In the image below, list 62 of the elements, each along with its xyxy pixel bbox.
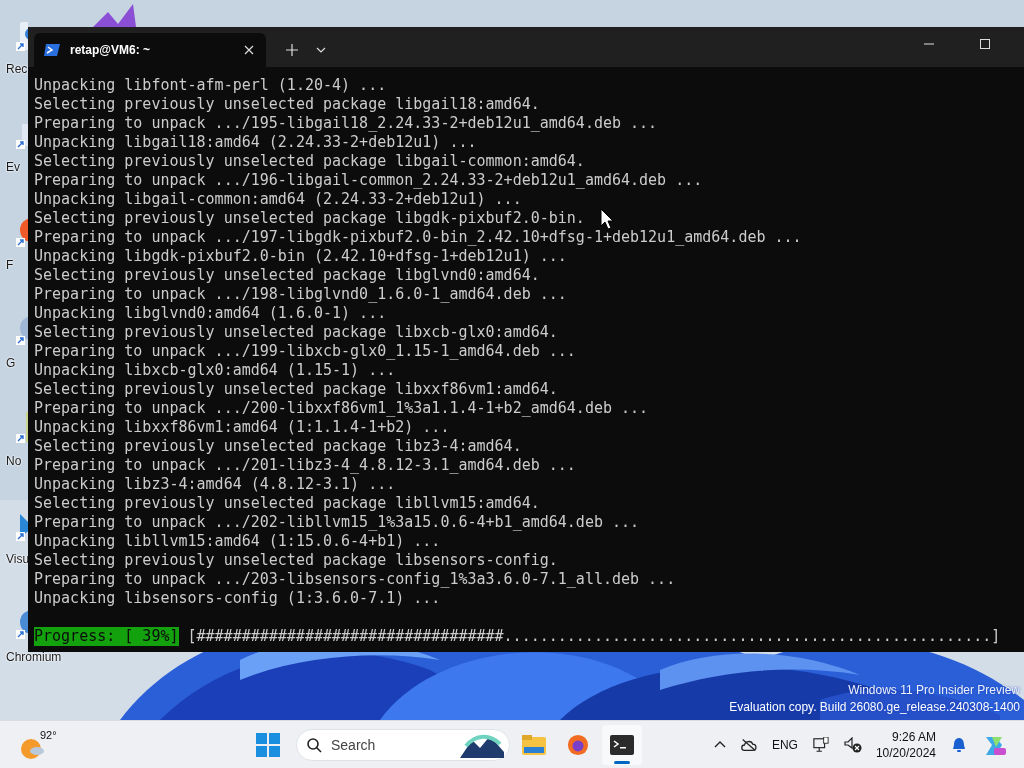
maximize-icon[interactable] [980,39,990,49]
terminal-line: Unpacking libgail-common:amd64 (2.24.33-2+deb12u1) ... [34,190,522,209]
terminal-line: Selecting previously unselected package libglvnd0:amd64. [34,266,540,285]
terminal-line: Unpacking libxcb-glx0:amd64 (1.15-1) ... [34,361,396,380]
terminal-line: Selecting previously unselected package libxcb-glx0:amd64. [34,323,558,342]
chevron-up-icon[interactable] [713,741,726,748]
muted-speaker-icon[interactable] [843,736,862,753]
file-explorer-icon [522,733,546,756]
terminal-line: Preparing to unpack .../201-libz3-4_4.8.12-3.1_amd64.deb ... [34,456,576,475]
active-indicator [614,760,630,764]
shortcut-label[interactable]: Chromium [6,650,62,664]
terminal-line: Selecting previously unselected package libsensors-config. [34,551,558,570]
terminal-line: Selecting previously unselected package libllvm15:amd64. [34,494,540,513]
terminal-line: Preparing to unpack .../202-libllvm15_1%3a15.0.6-4+b1_amd64.deb ... [34,513,640,532]
terminal-line: Preparing to unpack .../200-libxxf86vm1_1%3a1.1.4-1+b2_amd64.deb ... [34,399,649,418]
terminal-line: Preparing to unpack .../195-libgail18_2.24.33-2+deb12u1_amd64.deb ... [34,114,658,133]
shortcut-label[interactable]: Ev [6,160,20,174]
terminal-line: Unpacking libz3-4:amd64 (4.8.12-3.1) ... [34,475,396,494]
bell-icon[interactable] [950,736,968,753]
powershell-icon [44,43,60,57]
shortcut-label[interactable]: G [6,356,16,370]
terminal-line: Unpacking libfont-afm-perl (1.20-4) ... [34,76,387,95]
chevron-down-icon[interactable] [316,47,326,53]
shortcut-label[interactable]: F [6,258,14,272]
watermark-text: Evaluation copy. Build 26080.ge_release.240308-1400 [729,699,1020,716]
terminal-line: Selecting previously unselected package libgdk-pixbuf2.0-bin. [34,209,585,228]
terminal-tab[interactable]: retap@VM6: ~ [34,33,266,67]
shortcut-label[interactable]: No [6,454,22,468]
terminal-line: Unpacking libllvm15:amd64 (1:15.0.6-4+b1) ... [34,532,441,551]
cloud-off-icon[interactable] [739,736,758,753]
terminal-line: Preparing to unpack .../203-libsensors-config_1%3a3.6.0-7.1_all.deb ... [34,570,676,589]
temperature: 92° [40,728,57,741]
clock-time[interactable]: 9:26 AM [891,728,936,745]
add-tab-icon[interactable] [286,44,298,56]
search-icon [306,736,322,753]
terminal-line: Selecting previously unselected package libz3-4:amd64. [34,437,522,456]
terminal-line: Unpacking libgdk-pixbuf2.0-bin (2.42.10+dfsg-1+deb12u1) ... [34,247,567,266]
terminal-line: Selecting previously unselected package libgail18:amd64. [34,95,540,114]
terminal-icon [610,733,634,756]
terminal-line: Preparing to unpack .../197-libgdk-pixbuf2.0-bin_2.42.10+dfsg-1+deb12u1_amd64.deb ... [34,228,802,247]
shortcut-label[interactable]: Visu [6,552,30,566]
terminal-line: Unpacking libsensors-config (1:3.6.0-7.1) ... [34,589,441,608]
mouse-cursor-icon [600,208,614,230]
clock-date[interactable]: 10/20/2024 [875,744,936,761]
display-icon[interactable] [811,736,830,753]
progress-text: [##################################......................................................] [187,627,1001,646]
terminal-line: Selecting previously unselected package libgail-common:amd64. [34,152,585,171]
taskbar-app[interactable] [602,724,642,765]
terminal-line: Unpacking libglvnd0:amd64 (1.6.0-1) ... [34,304,387,323]
language-indicator[interactable]: ENG [771,737,798,752]
terminal-line: Unpacking libgail18:amd64 (2.24.33-2+deb12u1) ... [34,133,477,152]
shortcut-label[interactable]: Rec [6,62,28,76]
terminal-line: Preparing to unpack .../198-libglvnd0_1.6.0-1_amd64.deb ... [34,285,567,304]
terminal-line: Preparing to unpack .../196-libgail-common_2.24.33-2+deb12u1_amd64.deb ... [34,171,703,190]
terminal-line: Selecting previously unselected package libxxf86vm1:amd64. [34,380,558,399]
start-icon[interactable] [256,732,280,757]
close-icon[interactable] [244,45,254,55]
firefox-icon [566,733,590,756]
tab-title: retap@VM6: ~ [70,43,152,57]
terminal-line: Unpacking libxxf86vm1:amd64 (1:1.1.4-1+b2) ... [34,418,450,437]
progress-label: Progress: [ 39%] [34,627,179,646]
terminal-line: Preparing to unpack .../199-libxcb-glx0_1.15-1_amd64.deb ... [34,342,576,361]
